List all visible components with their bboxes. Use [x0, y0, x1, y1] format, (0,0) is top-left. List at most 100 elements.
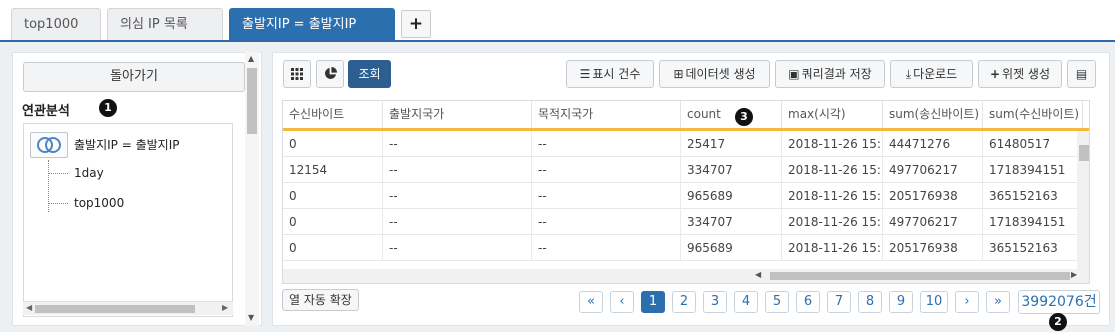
table-cell: 0 — [283, 235, 383, 261]
tab-label: 출발지IP = 출발지IP — [242, 17, 357, 32]
page-1-button[interactable]: 1 — [641, 291, 665, 313]
page-3-button[interactable]: 3 — [703, 291, 727, 313]
scroll-right-arrow-icon[interactable]: ▶ — [1071, 270, 1077, 279]
table-row[interactable]: 0----254172018-11-26 15:1044471276614805… — [283, 131, 1089, 157]
scrollbar-thumb[interactable] — [1079, 145, 1089, 161]
first-page-button[interactable]: « — [579, 291, 603, 313]
download-button[interactable]: ⤓ 다운로드 — [890, 60, 973, 88]
column-header[interactable]: sum(송신바이트) — [883, 101, 983, 128]
left-panel: 돌아가기 연관분석 1 출발지IP = 출발지IP 1day top1000 ◀… — [12, 52, 262, 326]
add-tab-button[interactable]: + — [401, 10, 431, 38]
download-icon: ⤓ — [905, 67, 912, 81]
table-cell: 0 — [283, 131, 383, 157]
table-cell: 0 — [283, 183, 383, 209]
last-page-button[interactable]: » — [986, 291, 1010, 313]
chart-view-button[interactable] — [316, 60, 344, 88]
table-cell: -- — [532, 235, 681, 261]
table-cell: 965689 — [681, 183, 782, 209]
button-label: 다운로드 — [913, 67, 958, 81]
table-cell: -- — [383, 183, 532, 209]
table-row[interactable]: 12154----3347072018-11-26 15:10497706217… — [283, 157, 1089, 183]
page-2-button[interactable]: 2 — [672, 291, 696, 313]
table-cell: 205176938 — [883, 183, 983, 209]
scroll-left-arrow-icon[interactable]: ◀ — [26, 303, 32, 312]
tree-horizontal-scrollbar[interactable]: ◀ ▶ — [23, 301, 233, 315]
grid-horizontal-scrollbar[interactable]: ◀ ▶ — [283, 269, 1089, 283]
save-icon: ▣ — [788, 67, 800, 81]
column-header[interactable]: 수신바이트 — [283, 101, 383, 128]
button-label: 쿼리결과 저장 — [801, 67, 872, 81]
table-cell: 1718394151 — [983, 157, 1083, 183]
column-header[interactable]: sum(수신바이트) — [983, 101, 1083, 128]
column-header[interactable]: 출발지국가 — [383, 101, 532, 128]
table-cell: 365152163 — [983, 183, 1083, 209]
more-options-button[interactable]: ▤ — [1067, 60, 1096, 88]
column-header[interactable]: 목적지국가 — [532, 101, 681, 128]
table-cell: 205176938 — [883, 235, 983, 261]
scrollbar-thumb[interactable] — [35, 305, 195, 313]
grid-icon — [291, 68, 303, 80]
page-5-button[interactable]: 5 — [765, 291, 789, 313]
page-9-button[interactable]: 9 — [889, 291, 913, 313]
tab-label: 의심 IP 목록 — [120, 17, 188, 32]
tree-connector — [48, 160, 49, 212]
column-header[interactable]: count — [681, 101, 782, 128]
result-grid: 수신바이트 출발지국가 목적지국가 count max(시각) sum(송신바이… — [282, 100, 1090, 284]
tree-node-top1000[interactable]: top1000 — [74, 196, 124, 210]
section-title: 연관분석 — [22, 104, 70, 119]
scroll-left-arrow-icon[interactable]: ◀ — [755, 270, 761, 279]
callout-badge-1: 1 — [99, 99, 117, 117]
back-button[interactable]: 돌아가기 — [23, 62, 245, 92]
page-8-button[interactable]: 8 — [858, 291, 882, 313]
scroll-right-arrow-icon[interactable]: ▶ — [222, 303, 228, 312]
left-vertical-scrollbar[interactable]: ▲ ▼ — [245, 52, 259, 326]
tree-node-root[interactable]: 출발지IP = 출발지IP — [74, 136, 179, 153]
query-button[interactable]: 조회 — [348, 60, 391, 88]
page-6-button[interactable]: 6 — [796, 291, 820, 313]
column-header[interactable]: max(시각) — [782, 101, 883, 128]
table-cell: 497706217 — [883, 157, 983, 183]
tab-suspicious-ip-list[interactable]: 의심 IP 목록 — [107, 8, 223, 40]
tree-connector — [48, 203, 68, 204]
grid-vertical-scrollbar[interactable] — [1077, 131, 1089, 281]
callout-badge-3: 3 — [735, 108, 753, 126]
main-area: 돌아가기 연관분석 1 출발지IP = 출발지IP 1day top1000 ◀… — [0, 42, 1115, 332]
table-cell: 0 — [283, 209, 383, 235]
grid-view-button[interactable] — [283, 60, 311, 88]
create-dataset-button[interactable]: ⊞ 데이터셋 생성 — [659, 60, 770, 88]
auto-expand-columns-button[interactable]: 열 자동 확장 — [282, 289, 359, 311]
button-label: 데이터셋 생성 — [685, 67, 756, 81]
total-count: 3992076건 — [1018, 290, 1100, 314]
tab-bar: top1000 의심 IP 목록 출발지IP = 출발지IP + — [0, 0, 1115, 42]
tree-node-1day[interactable]: 1day — [74, 166, 104, 180]
table-row[interactable]: 0----9656892018-11-26 15:102051769383651… — [283, 235, 1089, 261]
table-cell: 61480517 — [983, 131, 1083, 157]
plus-icon: + — [989, 67, 1001, 81]
tab-src-ip-equals-src-ip[interactable]: 출발지IP = 출발지IP — [229, 8, 395, 40]
tab-label: top1000 — [24, 17, 79, 32]
table-cell: 1718394151 — [983, 209, 1083, 235]
table-row[interactable]: 0----9656892018-11-26 15:102051769383651… — [283, 183, 1089, 209]
analysis-tree: 출발지IP = 출발지IP 1day top1000 — [23, 123, 233, 317]
table-row[interactable]: 0----3347072018-11-26 15:104977062171718… — [283, 209, 1089, 235]
grid-header: 수신바이트 출발지국가 목적지국가 count max(시각) sum(송신바이… — [283, 101, 1089, 131]
create-widget-button[interactable]: + 위젯 생성 — [978, 60, 1062, 88]
next-page-button[interactable]: › — [955, 291, 979, 313]
page-4-button[interactable]: 4 — [734, 291, 758, 313]
correlation-analysis-title: 연관분석 1 — [22, 99, 117, 119]
table-cell: -- — [383, 235, 532, 261]
scroll-up-arrow-icon[interactable]: ▲ — [248, 54, 254, 63]
page-7-button[interactable]: 7 — [827, 291, 851, 313]
page-10-button[interactable]: 10 — [920, 291, 948, 313]
button-label: 위젯 생성 — [1002, 67, 1051, 81]
scroll-down-arrow-icon[interactable]: ▼ — [248, 313, 254, 322]
prev-page-button[interactable]: ‹ — [610, 291, 634, 313]
scrollbar-thumb[interactable] — [770, 272, 1070, 280]
list-icon: ▤ — [1075, 67, 1088, 81]
scrollbar-thumb[interactable] — [247, 68, 257, 134]
save-query-result-button[interactable]: ▣ 쿼리결과 저장 — [775, 60, 885, 88]
display-count-button[interactable]: ☰ 표시 건수 — [566, 60, 654, 88]
tab-top1000[interactable]: top1000 — [11, 8, 101, 40]
table-cell: -- — [532, 157, 681, 183]
table-cell: -- — [383, 131, 532, 157]
